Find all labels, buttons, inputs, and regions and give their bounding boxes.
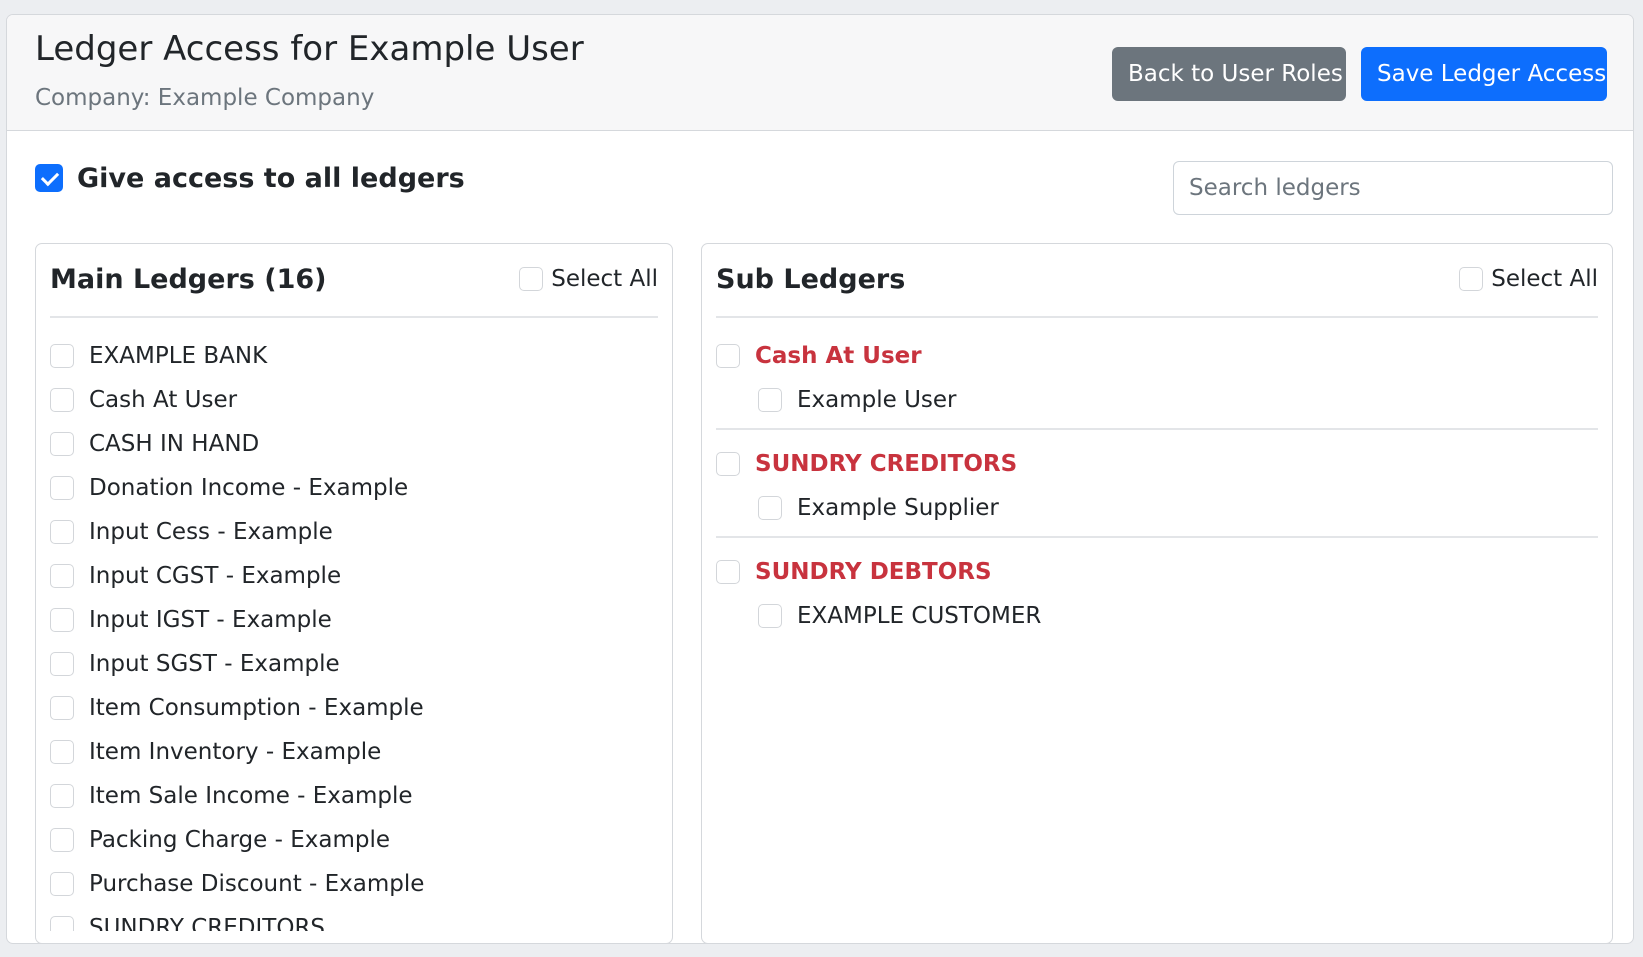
sub-ledger-group-row[interactable]: SUNDRY DEBTORS xyxy=(716,550,1598,594)
main-ledger-label: Input CGST - Example xyxy=(89,563,342,589)
sub-select-all[interactable]: Select All xyxy=(1459,266,1598,292)
sub-ledger-group: SUNDRY DEBTORS EXAMPLE CUSTOMER xyxy=(716,550,1598,644)
sub-ledger-group-checkbox[interactable] xyxy=(716,560,740,584)
main-ledger-label: Item Inventory - Example xyxy=(89,739,382,765)
main-select-all-label: Select All xyxy=(551,266,658,292)
sub-ledger-group-label: Cash At User xyxy=(755,343,922,369)
main-ledger-checkbox[interactable] xyxy=(50,740,74,764)
main-ledger-checkbox[interactable] xyxy=(50,872,74,896)
main-ledger-checkbox[interactable] xyxy=(50,916,74,931)
main-ledger-checkbox[interactable] xyxy=(50,696,74,720)
main-ledger-checkbox[interactable] xyxy=(50,784,74,808)
main-ledger-label: Packing Charge - Example xyxy=(89,827,391,853)
sub-ledger-label: Example Supplier xyxy=(797,495,999,521)
main-ledger-item[interactable]: SUNDRY CREDITORS xyxy=(50,906,658,931)
main-ledger-item[interactable]: CASH IN HAND xyxy=(50,422,658,466)
all-ledgers-checkbox[interactable] xyxy=(35,164,63,192)
main-ledger-label: EXAMPLE BANK xyxy=(89,343,268,369)
ledger-access-card: Ledger Access for Example User Company: … xyxy=(6,14,1634,944)
sub-ledger-checkbox[interactable] xyxy=(758,388,782,412)
main-ledger-item[interactable]: EXAMPLE BANK xyxy=(50,334,658,378)
save-ledger-access-button[interactable]: Save Ledger Access xyxy=(1361,47,1607,101)
page-title: Ledger Access for Example User xyxy=(35,29,584,69)
main-ledgers-header: Main Ledgers (16) Select All xyxy=(50,244,658,318)
sub-ledgers-panel: Sub Ledgers Select All Cash At User Examp… xyxy=(701,243,1613,943)
main-ledger-checkbox[interactable] xyxy=(50,608,74,632)
company-name: Company: Example Company xyxy=(35,85,375,111)
card-header: Ledger Access for Example User Company: … xyxy=(7,15,1633,131)
main-select-all[interactable]: Select All xyxy=(519,266,658,292)
main-ledger-item[interactable]: Item Sale Income - Example xyxy=(50,774,658,818)
main-select-all-checkbox[interactable] xyxy=(519,267,544,291)
main-ledgers-title: Main Ledgers (16) xyxy=(50,264,327,295)
main-ledger-label: CASH IN HAND xyxy=(89,431,260,457)
sub-ledger-item[interactable]: EXAMPLE CUSTOMER xyxy=(716,594,1598,638)
main-ledger-label: SUNDRY CREDITORS xyxy=(89,915,326,931)
sub-ledgers-header: Sub Ledgers Select All xyxy=(716,244,1598,318)
sub-ledgers-title: Sub Ledgers xyxy=(716,264,906,295)
sub-ledger-group-checkbox[interactable] xyxy=(716,452,740,476)
sub-ledger-group: SUNDRY CREDITORS Example Supplier xyxy=(716,442,1598,538)
main-ledger-label: Input SGST - Example xyxy=(89,651,340,677)
main-ledger-item[interactable]: Cash At User xyxy=(50,378,658,422)
sub-select-all-checkbox[interactable] xyxy=(1459,267,1484,291)
main-ledger-label: Input IGST - Example xyxy=(89,607,332,633)
sub-ledger-group-label: SUNDRY CREDITORS xyxy=(755,451,1018,477)
main-ledger-label: Cash At User xyxy=(89,387,238,413)
main-ledger-item[interactable]: Input IGST - Example xyxy=(50,598,658,642)
main-ledger-label: Item Consumption - Example xyxy=(89,695,424,721)
main-ledger-checkbox[interactable] xyxy=(50,564,74,588)
sub-ledger-group-row[interactable]: Cash At User xyxy=(716,334,1598,378)
main-ledger-item[interactable]: Donation Income - Example xyxy=(50,466,658,510)
main-ledger-checkbox[interactable] xyxy=(50,388,74,412)
sub-ledger-group-label: SUNDRY DEBTORS xyxy=(755,559,992,585)
main-ledger-label: Item Sale Income - Example xyxy=(89,783,413,809)
main-ledger-item[interactable]: Item Consumption - Example xyxy=(50,686,658,730)
main-ledger-item[interactable]: Purchase Discount - Example xyxy=(50,862,658,906)
back-to-user-roles-button[interactable]: Back to User Roles xyxy=(1112,47,1346,101)
main-ledger-checkbox[interactable] xyxy=(50,828,74,852)
sub-ledger-group-checkbox[interactable] xyxy=(716,344,740,368)
main-ledger-item[interactable]: Input Cess - Example xyxy=(50,510,658,554)
sub-ledger-group: Cash At User Example User xyxy=(716,334,1598,430)
main-ledger-item[interactable]: Item Inventory - Example xyxy=(50,730,658,774)
main-ledgers-list: EXAMPLE BANK Cash At User CASH IN HAND Dona… xyxy=(50,334,658,931)
main-ledger-item[interactable]: Input SGST - Example xyxy=(50,642,658,686)
sub-ledger-label: EXAMPLE CUSTOMER xyxy=(797,603,1042,629)
sub-ledger-checkbox[interactable] xyxy=(758,496,782,520)
main-ledger-checkbox[interactable] xyxy=(50,476,74,500)
main-ledger-label: Donation Income - Example xyxy=(89,475,409,501)
sub-ledger-item[interactable]: Example Supplier xyxy=(716,486,1598,530)
sub-ledger-label: Example User xyxy=(797,387,957,413)
sub-select-all-label: Select All xyxy=(1491,266,1598,292)
search-ledgers-input[interactable] xyxy=(1173,161,1613,215)
main-ledger-checkbox[interactable] xyxy=(50,432,74,456)
main-ledger-checkbox[interactable] xyxy=(50,344,74,368)
sub-ledger-item[interactable]: Example User xyxy=(716,378,1598,422)
all-ledgers-toggle[interactable]: Give access to all ledgers xyxy=(35,153,465,203)
sub-ledgers-list: Cash At User Example User SUNDRY CREDITORS… xyxy=(716,334,1598,656)
sub-ledger-group-row[interactable]: SUNDRY CREDITORS xyxy=(716,442,1598,486)
sub-ledger-checkbox[interactable] xyxy=(758,604,782,628)
main-ledger-item[interactable]: Input CGST - Example xyxy=(50,554,658,598)
main-ledger-checkbox[interactable] xyxy=(50,520,74,544)
main-ledger-label: Input Cess - Example xyxy=(89,519,333,545)
main-ledger-checkbox[interactable] xyxy=(50,652,74,676)
main-ledger-item[interactable]: Packing Charge - Example xyxy=(50,818,658,862)
all-ledgers-label: Give access to all ledgers xyxy=(77,162,465,194)
main-ledger-label: Purchase Discount - Example xyxy=(89,871,425,897)
main-ledgers-panel: Main Ledgers (16) Select All EXAMPLE BAN… xyxy=(35,243,673,943)
